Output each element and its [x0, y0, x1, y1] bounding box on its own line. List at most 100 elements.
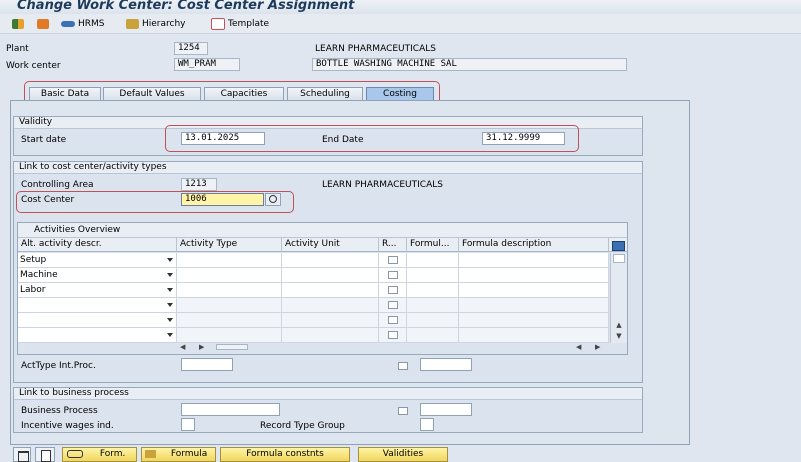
cell-alt-activity[interactable] [18, 328, 177, 343]
cell-activity-unit[interactable] [282, 298, 379, 313]
table-row [18, 328, 609, 343]
vertical-scrollbar[interactable]: ▲ ▼ [610, 253, 627, 343]
cell-formula-description [459, 268, 609, 283]
cell-activity-type[interactable] [177, 283, 282, 298]
activities-heading: Activities Overview [18, 223, 627, 238]
row-checkbox[interactable] [388, 271, 398, 279]
cost-center-search-button[interactable] [265, 193, 281, 206]
cell-activity-type[interactable] [177, 253, 282, 268]
row-checkbox[interactable] [388, 286, 398, 294]
scroll-right-icon[interactable]: ▶ [595, 343, 600, 351]
cell-formula[interactable] [407, 253, 459, 268]
hrms-button[interactable]: HRMS [61, 17, 105, 31]
controlling-area-description: LEARN PHARMACEUTICALS [322, 180, 443, 190]
scroll-left-icon[interactable]: ◀ [576, 343, 581, 351]
cell-activity-unit[interactable] [282, 253, 379, 268]
controlling-area-field[interactable]: 1213 [181, 178, 217, 191]
other-object-button[interactable] [12, 17, 24, 31]
chevron-down-icon[interactable] [167, 273, 173, 277]
business-process-extra-field[interactable] [420, 403, 472, 416]
switch-object-icon [12, 19, 24, 29]
cell-formula-description [459, 328, 609, 343]
cell-activity-type[interactable] [177, 328, 282, 343]
acttype-int-proc-field[interactable] [181, 358, 233, 371]
cell-alt-activity[interactable]: Machine [18, 268, 177, 283]
tab-default-values[interactable]: Default Values [103, 87, 201, 100]
template-button[interactable]: Template [211, 17, 269, 31]
scroll-down-icon[interactable]: ▼ [613, 332, 625, 340]
cell-alt-activity-text: Machine [20, 270, 58, 280]
scroll-thumb[interactable] [216, 344, 248, 350]
cell-activity-unit[interactable] [282, 268, 379, 283]
acttype-extra-field[interactable] [420, 358, 472, 371]
delete-button[interactable] [13, 447, 31, 462]
new-entry-button[interactable] [35, 447, 55, 462]
cell-r [379, 253, 407, 268]
plant-field[interactable]: 1254 [174, 42, 208, 55]
table-row [18, 298, 609, 313]
cell-activity-unit[interactable] [282, 283, 379, 298]
business-process-field[interactable] [181, 403, 280, 416]
col-formula[interactable]: Formul... [407, 238, 459, 252]
hierarchy-icon [126, 19, 139, 29]
validities-button[interactable]: Validities [358, 447, 448, 462]
cell-alt-activity[interactable]: Setup [18, 253, 177, 268]
cell-activity-unit[interactable] [282, 328, 379, 343]
cell-formula[interactable] [407, 313, 459, 328]
chevron-down-icon[interactable] [167, 318, 173, 322]
glasses-icon [67, 449, 83, 458]
cell-alt-activity-text: Labor [20, 285, 46, 295]
scroll-thumb[interactable] [613, 254, 625, 263]
tab-scheduling[interactable]: Scheduling [287, 87, 363, 100]
cell-activity-type[interactable] [177, 313, 282, 328]
cell-formula[interactable] [407, 283, 459, 298]
work-center-field[interactable]: WM_PRAM [174, 58, 240, 71]
cell-activity-type[interactable] [177, 268, 282, 283]
formula-constants-button[interactable]: Formula constnts [220, 447, 350, 462]
row-checkbox[interactable] [388, 331, 398, 339]
scroll-right-icon[interactable]: ▶ [199, 343, 204, 351]
table-row [18, 313, 609, 328]
chevron-down-icon[interactable] [167, 288, 173, 292]
cell-activity-unit[interactable] [282, 313, 379, 328]
row-checkbox[interactable] [388, 316, 398, 324]
cell-formula[interactable] [407, 328, 459, 343]
cell-alt-activity[interactable] [18, 313, 177, 328]
start-date-label: Start date [21, 135, 67, 145]
chevron-down-icon[interactable] [167, 333, 173, 337]
scroll-up-icon[interactable]: ▲ [613, 321, 625, 329]
cell-formula[interactable] [407, 268, 459, 283]
table-settings-button[interactable] [609, 238, 627, 252]
incentive-wages-field[interactable] [181, 418, 195, 431]
plant-description: LEARN PHARMACEUTICALS [315, 44, 436, 54]
acttype-checkbox[interactable] [398, 362, 408, 370]
cell-alt-activity[interactable] [18, 298, 177, 313]
col-activity-type[interactable]: Activity Type [177, 238, 282, 252]
cell-formula[interactable] [407, 298, 459, 313]
col-r[interactable]: R... [379, 238, 407, 252]
formula-button[interactable]: Formula [141, 447, 216, 462]
chevron-down-icon[interactable] [167, 303, 173, 307]
business-process-checkbox[interactable] [398, 407, 408, 415]
window-title: Change Work Center: Cost Center Assignme… [17, 0, 355, 13]
horizontal-scrollbar-left[interactable]: ◀ ▶ [178, 343, 276, 352]
cell-formula-description [459, 283, 609, 298]
cell-alt-activity[interactable]: Labor [18, 283, 177, 298]
cost-center-field[interactable]: 1006 [181, 193, 264, 206]
hierarchy-button[interactable]: Hierarchy [126, 17, 186, 31]
scroll-left-icon[interactable]: ◀ [180, 343, 185, 351]
tab-costing[interactable]: Costing [366, 87, 434, 100]
col-activity-unit[interactable]: Activity Unit [282, 238, 379, 252]
display-change-button[interactable] [37, 17, 49, 31]
row-checkbox[interactable] [388, 256, 398, 264]
tab-capacities[interactable]: Capacities [204, 87, 284, 100]
tab-basic-data[interactable]: Basic Data [29, 87, 101, 100]
chevron-down-icon[interactable] [167, 258, 173, 262]
row-checkbox[interactable] [388, 301, 398, 309]
horizontal-scrollbar-right[interactable]: ◀ ▶ [574, 343, 608, 352]
col-formula-description[interactable]: Formula description [459, 238, 609, 252]
record-type-group-field[interactable] [420, 418, 434, 431]
cell-activity-type[interactable] [177, 298, 282, 313]
form-button[interactable]: Form. [62, 447, 137, 462]
col-alt-activity-descr[interactable]: Alt. activity descr. [18, 238, 177, 252]
